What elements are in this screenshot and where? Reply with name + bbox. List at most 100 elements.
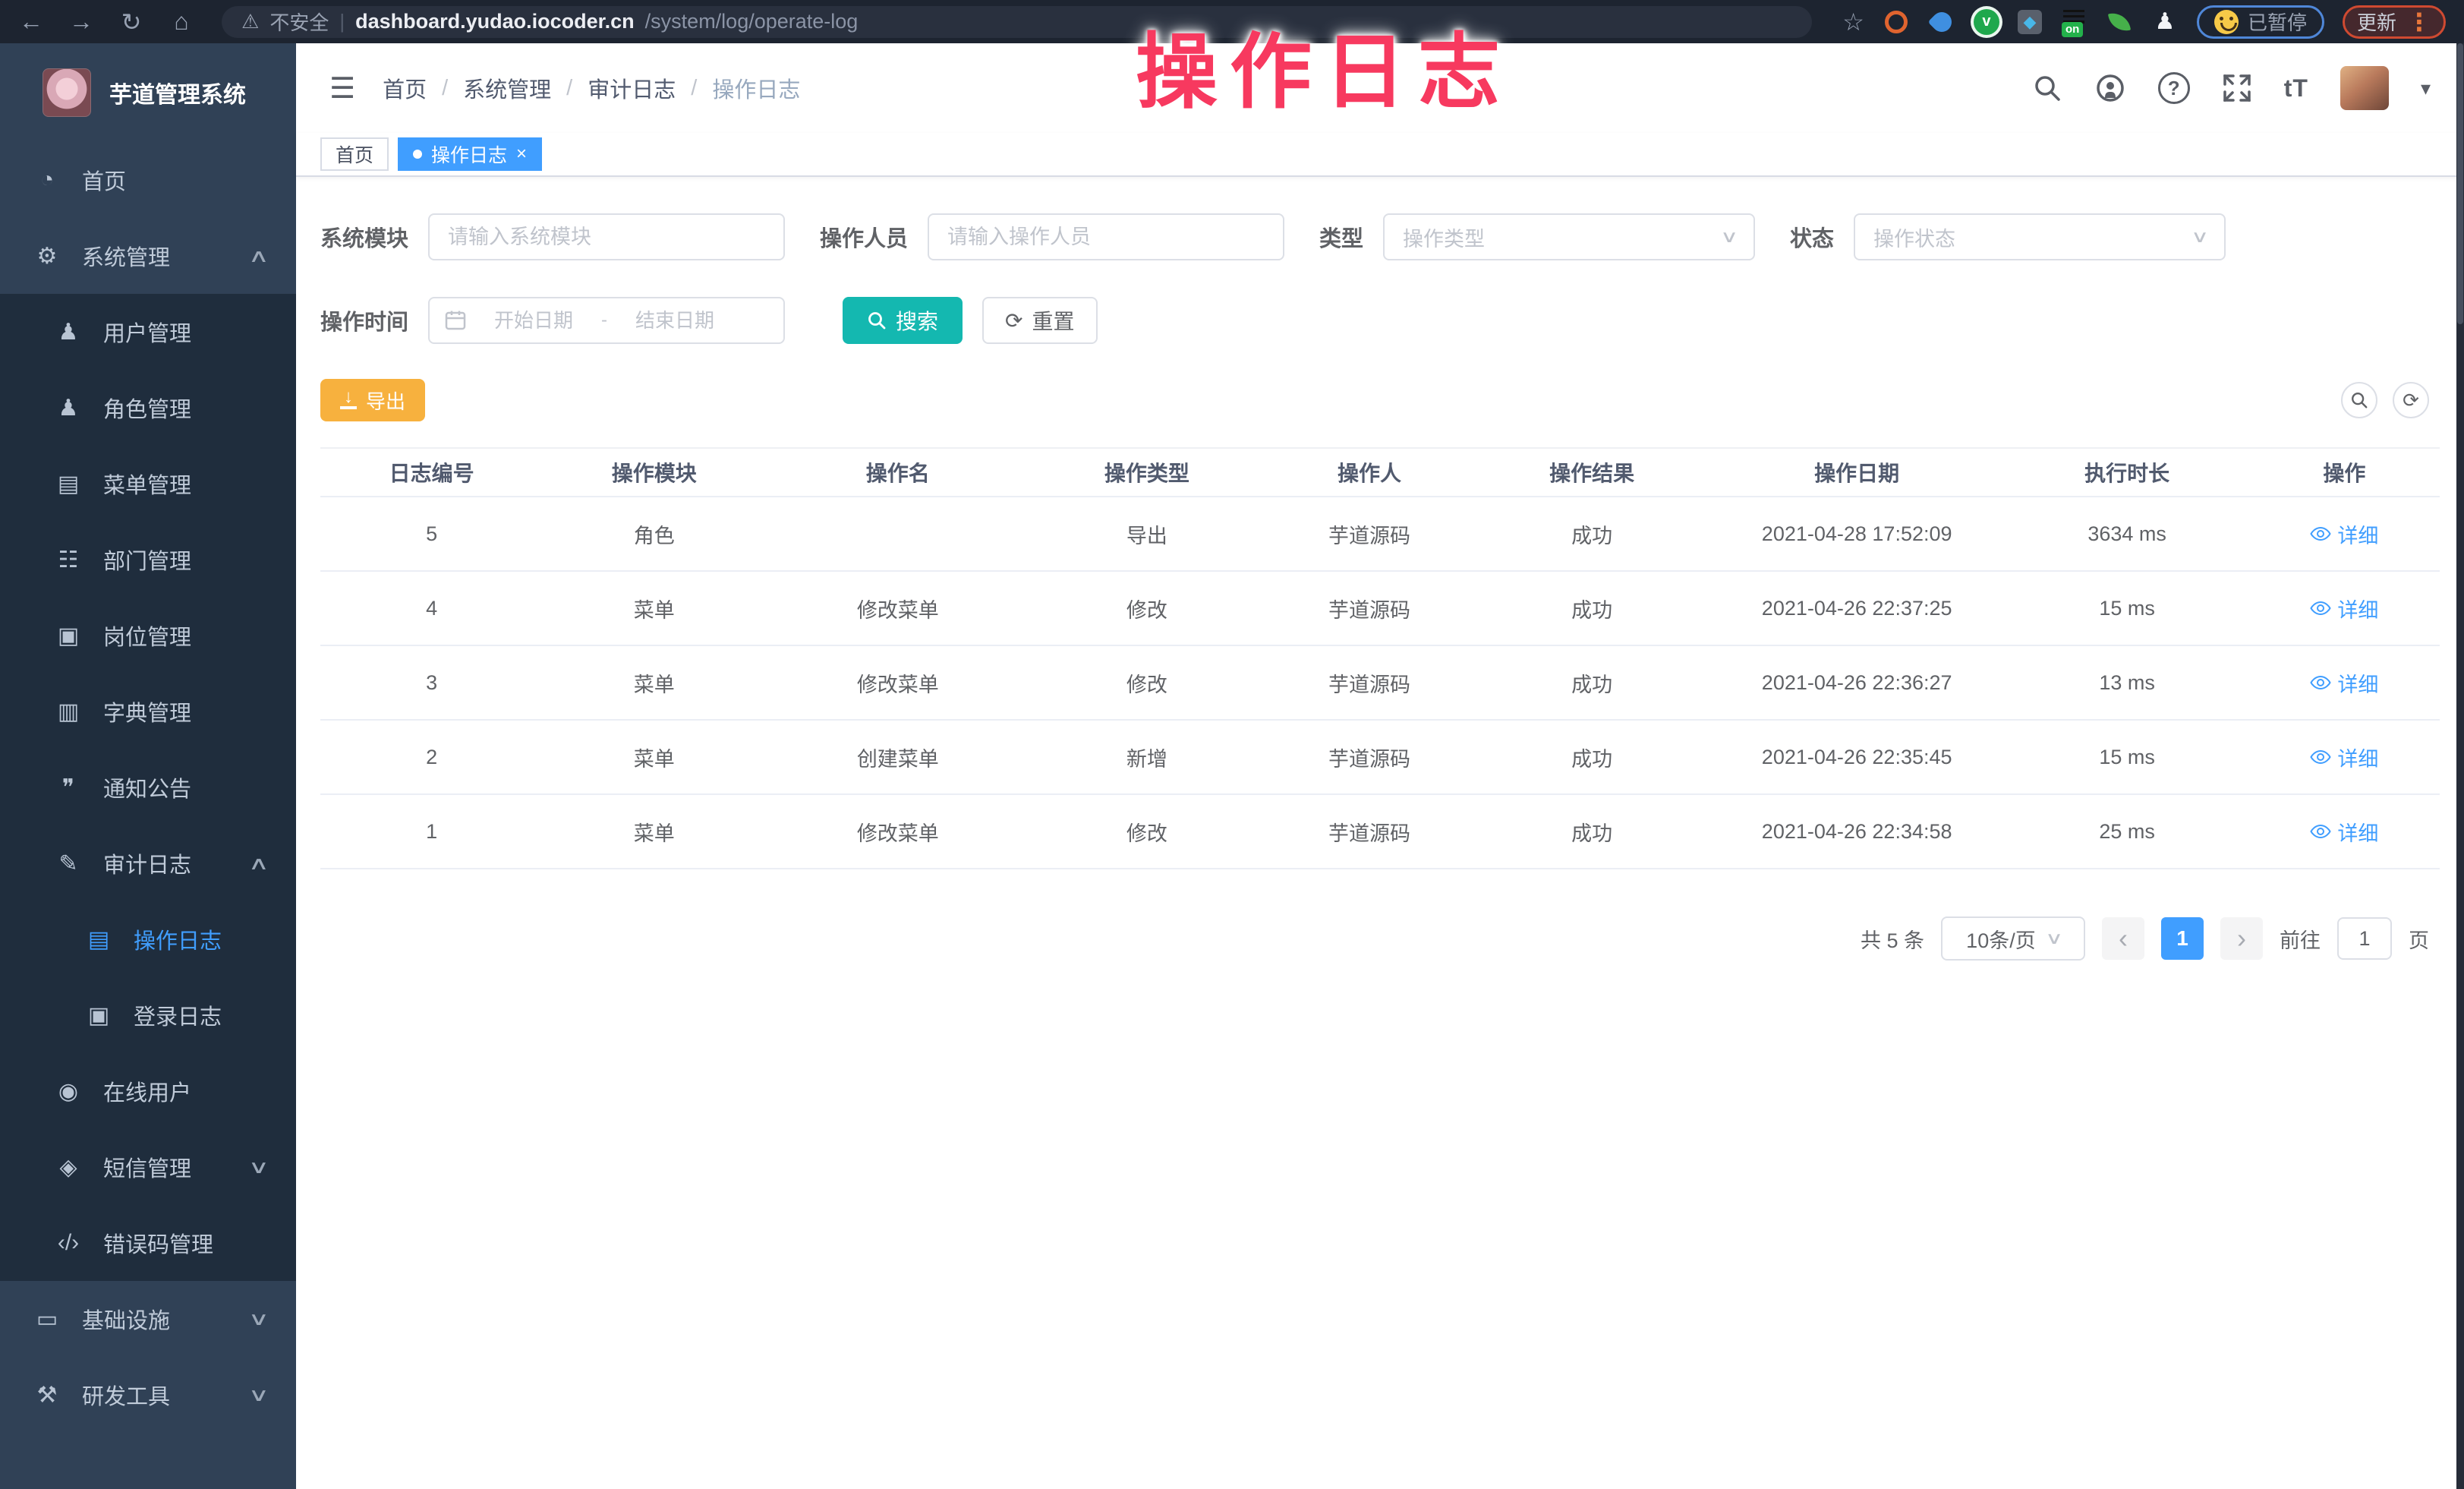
breadcrumb-home[interactable]: 首页 [383,72,427,104]
end-date-input[interactable] [618,309,732,333]
tags-view-bar: 首页 操作日志 × [296,133,2464,177]
search-icon[interactable] [2032,73,2062,103]
export-button[interactable]: ↓ 导出 [320,379,425,421]
search-icon [2350,391,2368,409]
browser-menu-icon[interactable]: ⋮ [2407,8,2431,36]
next-page-button[interactable]: › [2220,917,2263,960]
sidebar-item-role-mgmt[interactable]: ♟ 角色管理 [0,370,296,446]
close-icon[interactable]: × [516,144,527,165]
start-date-input[interactable] [477,309,591,333]
sidebar-item-label: 操作日志 [134,923,222,955]
eye-icon [2310,824,2331,839]
extension-gem-icon[interactable]: ◆ [2018,10,2042,34]
browser-back-icon[interactable]: ← [14,8,49,36]
pagination: 共 5 条 10条/页 ∨ ‹ 1 › 前往 页 [320,916,2440,961]
sidebar: 芋道管理系统 ◔ 首页 ⚙ 系统管理 ∧ ♟ 用户管理 ♟ 角色管理 [0,43,296,1489]
tag-operate-log[interactable]: 操作日志 × [398,137,542,171]
sidebar-item-user-mgmt[interactable]: ♟ 用户管理 [0,294,296,370]
sidebar-item-dev-tools[interactable]: ⚒ 研发工具 ∨ [0,1357,296,1433]
search-button[interactable]: 搜索 [843,297,963,344]
extension-compass-icon[interactable] [1883,8,1910,36]
help-icon[interactable]: ? [2158,72,2190,104]
dashboard-icon: ◔ [33,167,61,193]
sidebar-item-system-mgmt[interactable]: ⚙ 系统管理 ∧ [0,218,296,294]
bookmark-star-icon[interactable]: ☆ [1842,8,1864,36]
sidebar-item-infrastructure[interactable]: ▭ 基础设施 ∨ [0,1281,296,1357]
sidebar-item-audit-log[interactable]: ✎ 审计日志 ∧ [0,825,296,901]
sidebar-item-dept-mgmt[interactable]: ☷ 部门管理 [0,522,296,598]
breadcrumb-system-mgmt[interactable]: 系统管理 [463,72,551,104]
app-header: ☰ 首页 / 系统管理 / 审计日志 / 操作日志 [296,43,2464,133]
extension-switch-icon[interactable]: on [2060,8,2087,36]
status-select[interactable]: 操作状态 ∨ [1854,213,2226,260]
filter-operator: 操作人员 [820,213,1284,260]
detail-link[interactable]: 详细 [2310,594,2378,623]
fullscreen-icon[interactable] [2222,73,2252,103]
browser-home-icon[interactable]: ⌂ [164,8,199,36]
sidebar-item-login-log[interactable]: ▣ 登录日志 [0,977,296,1053]
module-input[interactable] [428,213,785,260]
extension-leaf-icon[interactable] [2106,8,2133,36]
detail-link[interactable]: 详细 [2310,743,2378,772]
sidebar-item-online-user[interactable]: ◉ 在线用户 [0,1053,296,1129]
sidebar-item-operate-log[interactable]: ▤ 操作日志 [0,901,296,977]
url-host[interactable]: dashboard.yudao.iocoder.cn [355,10,635,33]
sidebar-item-post-mgmt[interactable]: ▣ 岗位管理 [0,598,296,674]
detail-link[interactable]: 详细 [2310,668,2378,698]
sidebar-toggle-icon[interactable]: ☰ [329,71,355,106]
scrollbar-track [2456,43,2464,1489]
online-icon: ◉ [55,1078,82,1105]
sidebar-item-menu-mgmt[interactable]: ▤ 菜单管理 [0,446,296,522]
font-size-icon[interactable]: tT [2284,74,2308,103]
detail-link[interactable]: 详细 [2310,519,2378,549]
sidebar-item-dict-mgmt[interactable]: ▥ 字典管理 [0,674,296,749]
sidebar-item-error-code-mgmt[interactable]: ‹/› 错误码管理 [0,1205,296,1281]
sidebar-item-home[interactable]: ◔ 首页 [0,142,296,218]
sidebar-item-sms-mgmt[interactable]: ◈ 短信管理 ∨ [0,1129,296,1205]
table-toolbar: ↓ 导出 ⟳ [320,379,2440,421]
total-count: 共 5 条 [1861,924,1924,954]
extension-pin-icon[interactable] [1928,8,1955,36]
chevron-down-icon: ∨ [248,1384,269,1406]
operate-log-table: 日志编号 操作模块 操作名 操作类型 操作人 操作结果 操作日期 执行时长 操作 [320,447,2440,869]
paused-extension-pill[interactable]: 已暂停 [2197,5,2324,39]
security-label[interactable]: 不安全 [269,8,329,36]
app-title: 芋道管理系统 [109,76,246,109]
refresh-icon: ⟳ [1005,308,1022,333]
browser-toolbar: ← → ↻ ⌂ ⚠ 不安全 | dashboard.yudao.iocoder.… [0,0,2464,43]
app-logo[interactable]: 芋道管理系统 [0,43,296,142]
operator-input[interactable] [928,213,1284,260]
sidebar-item-notice[interactable]: ❞ 通知公告 [0,749,296,825]
page-size-select[interactable]: 10条/页 ∨ [1941,916,2085,961]
system-mgmt-submenu: ♟ 用户管理 ♟ 角色管理 ▤ 菜单管理 ☷ 部门管理 ▣ 岗位管理 [0,294,296,1281]
update-button[interactable]: 更新 ⋮ [2343,5,2446,39]
date-range-picker[interactable]: - [428,297,785,344]
avatar[interactable] [2340,66,2389,110]
chevron-up-icon: ∧ [248,245,269,267]
breadcrumb-audit-log[interactable]: 审计日志 [588,72,676,104]
extension-v-icon[interactable]: v [1974,9,1999,35]
main-area: ☰ 首页 / 系统管理 / 审计日志 / 操作日志 [296,43,2464,1489]
eye-icon [2310,526,2331,541]
dict-icon: ▥ [55,699,82,725]
address-bar[interactable]: ⚠ 不安全 | dashboard.yudao.iocoder.cn/syste… [222,6,1812,38]
toggle-search-button[interactable] [2341,382,2377,418]
goto-page-input[interactable] [2337,917,2392,960]
scrollbar-thumb[interactable] [2457,43,2463,324]
browser-reload-icon[interactable]: ↻ [114,8,149,36]
caret-down-icon[interactable]: ▾ [2421,77,2431,100]
reset-button[interactable]: ⟳ 重置 [982,297,1097,344]
sidebar-item-label: 系统管理 [82,240,170,272]
col-date: 操作日期 [1709,448,2006,497]
github-icon[interactable] [2094,72,2126,104]
download-icon: ↓ [340,391,357,409]
prev-page-button[interactable]: ‹ [2102,917,2144,960]
detail-link[interactable]: 详细 [2310,817,2378,847]
type-select[interactable]: 操作类型 ∨ [1383,213,1755,260]
current-page-button[interactable]: 1 [2161,917,2204,960]
toolbar-right: ⟳ [2341,382,2440,418]
extension-puzzle-icon[interactable]: ♟ [2151,8,2179,36]
refresh-table-button[interactable]: ⟳ [2393,382,2429,418]
browser-forward-icon[interactable]: → [64,8,99,36]
tag-home[interactable]: 首页 [320,137,389,171]
